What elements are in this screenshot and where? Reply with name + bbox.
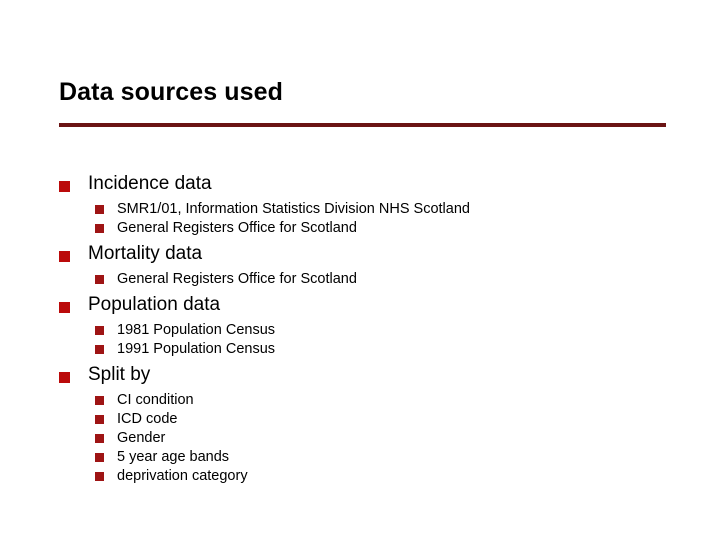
bullet-item-level2: SMR1/01, Information Statistics Division… <box>0 200 720 219</box>
square-bullet-icon <box>95 326 104 335</box>
square-bullet-icon <box>59 302 70 313</box>
bullet-item-level2: 1991 Population Census <box>0 340 720 359</box>
square-bullet-icon <box>95 415 104 424</box>
page-title: Data sources used <box>59 78 284 106</box>
square-bullet-icon <box>95 434 104 443</box>
bullet-label: General Registers Office for Scotland <box>117 220 357 236</box>
bullet-list: Incidence data SMR1/01, Information Stat… <box>0 172 720 486</box>
square-bullet-icon <box>95 275 104 284</box>
bullet-item-level2: 1981 Population Census <box>0 321 720 340</box>
bullet-item-level1: Incidence data <box>0 172 720 196</box>
bullet-label: Split by <box>88 364 151 385</box>
bullet-label: ICD code <box>117 411 178 427</box>
bullet-label: Gender <box>117 430 166 446</box>
bullet-label: Incidence data <box>88 173 212 194</box>
title-divider <box>59 123 666 127</box>
square-bullet-icon <box>95 224 104 233</box>
bullet-item-level2: ICD code <box>0 410 720 429</box>
slide: Data sources used Incidence data SMR1/01… <box>0 0 720 540</box>
square-bullet-icon <box>95 205 104 214</box>
bullet-item-level2: General Registers Office for Scotland <box>0 270 720 289</box>
bullet-item-level2: Gender <box>0 429 720 448</box>
bullet-label: deprivation category <box>117 468 248 484</box>
bullet-item-level2: General Registers Office for Scotland <box>0 219 720 238</box>
square-bullet-icon <box>59 251 70 262</box>
square-bullet-icon <box>59 372 70 383</box>
bullet-item-level2: deprivation category <box>0 467 720 486</box>
bullet-item-level1: Population data <box>0 293 720 317</box>
square-bullet-icon <box>95 345 104 354</box>
bullet-item-level1: Mortality data <box>0 242 720 266</box>
bullet-item-level2: 5 year age bands <box>0 448 720 467</box>
bullet-label: Population data <box>88 294 221 315</box>
square-bullet-icon <box>59 181 70 192</box>
bullet-item-level2: CI condition <box>0 391 720 410</box>
bullet-label: CI condition <box>117 392 194 408</box>
bullet-label: 1991 Population Census <box>117 341 276 357</box>
bullet-label: 1981 Population Census <box>117 322 276 338</box>
bullet-label: SMR1/01, Information Statistics Division… <box>117 201 470 217</box>
bullet-label: General Registers Office for Scotland <box>117 271 357 287</box>
square-bullet-icon <box>95 396 104 405</box>
bullet-label: 5 year age bands <box>117 449 230 465</box>
bullet-item-level1: Split by <box>0 363 720 387</box>
bullet-label: Mortality data <box>88 243 203 264</box>
square-bullet-icon <box>95 453 104 462</box>
square-bullet-icon <box>95 472 104 481</box>
